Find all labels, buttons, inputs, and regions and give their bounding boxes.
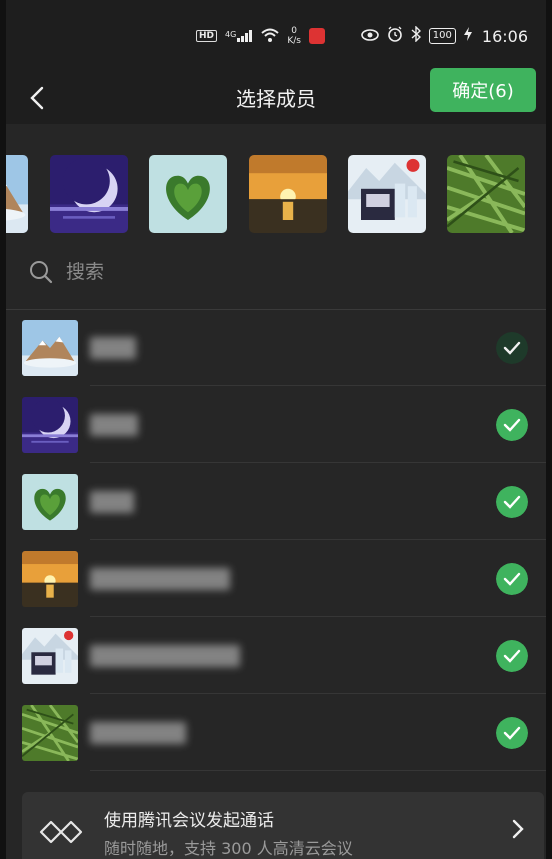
selected-avatar[interactable] — [50, 155, 128, 233]
meeting-title: 使用腾讯会议发起通话 — [104, 811, 274, 831]
avatar — [22, 551, 78, 607]
selected-avatar[interactable] — [447, 155, 525, 233]
selected-avatar[interactable] — [249, 155, 327, 233]
alarm-icon — [387, 26, 403, 46]
member-row[interactable] — [6, 309, 546, 386]
net-speed: 0 K/s — [287, 26, 301, 46]
tencent-meeting-card[interactable]: 使用腾讯会议发起通话 随时随地，支持 300 人高清云会议 — [22, 792, 544, 859]
status-left: HD 4G 0 K/s — [196, 26, 325, 46]
app-notification-icon — [308, 28, 325, 44]
check-circle-icon[interactable] — [496, 332, 528, 364]
member-row[interactable] — [6, 694, 546, 771]
back-button[interactable] — [18, 78, 58, 118]
selected-members-strip[interactable] — [6, 150, 546, 240]
member-row[interactable] — [6, 617, 546, 694]
signal-icon: 4G — [225, 30, 253, 42]
net-speed-value: 0 — [291, 26, 297, 36]
row-divider — [90, 770, 546, 771]
check-circle-icon[interactable] — [496, 486, 528, 518]
charging-icon — [463, 27, 472, 45]
wifi-icon — [261, 28, 279, 45]
member-list — [6, 309, 546, 771]
confirm-button[interactable]: 确定(6) — [430, 68, 536, 112]
eye-icon — [360, 27, 379, 45]
member-name-blurred — [90, 414, 138, 436]
search-icon — [30, 261, 53, 284]
selected-avatar[interactable] — [348, 155, 426, 233]
member-name-blurred — [90, 491, 134, 513]
battery-indicator: 100 — [428, 28, 456, 44]
signal-label: 4G — [225, 30, 237, 39]
navigation-header: 选择成员 确定(6) — [6, 68, 546, 124]
meeting-subtitle: 随时随地，支持 300 人高清云会议 — [104, 839, 353, 858]
check-circle-icon[interactable] — [496, 409, 528, 441]
status-bar: HD 4G 0 K/s 100 16:06 — [6, 0, 546, 70]
avatar — [22, 397, 78, 453]
bluetooth-icon — [411, 25, 421, 46]
avatar — [22, 705, 78, 761]
search-input[interactable] — [64, 260, 368, 284]
chevron-left-icon — [30, 86, 44, 110]
member-row[interactable] — [6, 386, 546, 463]
tencent-meeting-logo-icon — [39, 820, 83, 844]
hd-badge: HD — [196, 30, 218, 42]
chevron-right-icon — [512, 819, 524, 839]
member-row[interactable] — [6, 540, 546, 617]
avatar — [22, 474, 78, 530]
search-bar — [28, 252, 428, 292]
net-speed-unit: K/s — [287, 36, 301, 46]
member-name-blurred — [90, 722, 186, 744]
clock: 16:06 — [481, 26, 528, 46]
check-circle-icon[interactable] — [496, 717, 528, 749]
check-circle-icon[interactable] — [496, 640, 528, 672]
avatar — [22, 320, 78, 376]
member-name-blurred — [90, 337, 136, 359]
member-name-blurred — [90, 568, 230, 590]
phone-screen: HD 4G 0 K/s 100 16:06 选择成员 确定(6) 搜索 使用腾讯… — [6, 0, 546, 859]
member-name-blurred — [90, 645, 240, 667]
status-right: 100 16:06 — [360, 25, 528, 46]
member-row[interactable] — [6, 463, 546, 540]
check-circle-icon[interactable] — [496, 563, 528, 595]
selected-avatar[interactable] — [6, 155, 28, 233]
selected-avatar[interactable] — [149, 155, 227, 233]
avatar — [22, 628, 78, 684]
